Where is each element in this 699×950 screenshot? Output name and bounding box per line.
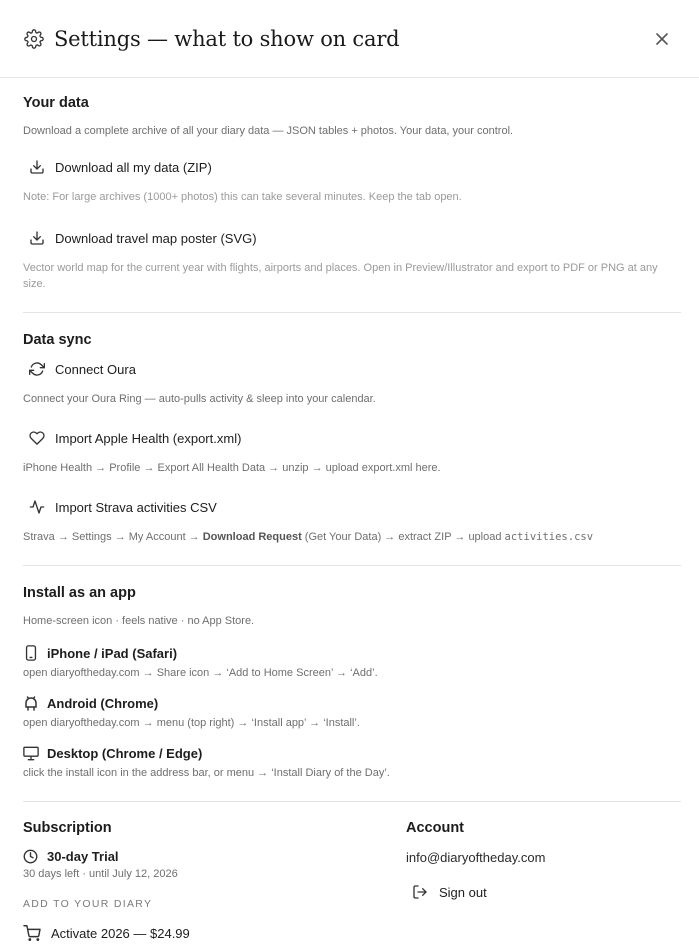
activate-label: Activate 2026 — $24.99: [51, 925, 190, 941]
section-title-your-data: Your data: [23, 95, 89, 111]
gear-icon: [24, 28, 46, 50]
monitor-icon: [23, 744, 39, 762]
install-iphone-label: iPhone / iPad (Safari): [47, 645, 178, 661]
install-android-description: open diaryoftheday.com → menu (top right…: [23, 717, 360, 729]
subscription-panel: Subscription 30-day Trial 30 days left ·…: [23, 820, 406, 942]
account-panel: Account info@diaryoftheday.com Sign out: [406, 820, 681, 942]
install-iphone-description: open diaryoftheday.com → Share icon → ‘A…: [23, 667, 378, 679]
install-desktop-item: Desktop (Chrome / Edge): [23, 743, 681, 763]
import-apple-health-label: Import Apple Health (export.xml): [55, 430, 242, 446]
trial-status: 30-day Trial: [23, 848, 406, 864]
section-title-install: Install as an app: [23, 585, 136, 601]
connect-oura-button[interactable]: Connect Oura: [27, 358, 681, 380]
import-strava-label: Import Strava activities CSV: [55, 499, 217, 515]
download-poster-label: Download travel map poster (SVG): [55, 230, 257, 246]
install-android-label: Android (Chrome): [47, 695, 159, 711]
data-sync-section: Data sync Connect Oura Connect your Oura…: [23, 313, 681, 566]
strava-desc-code: activities.csv: [504, 531, 594, 543]
android-icon: [23, 694, 39, 712]
account-email: info@diaryoftheday.com: [406, 850, 546, 865]
connect-oura-label: Connect Oura: [55, 361, 136, 377]
download-zip-label: Download all my data (ZIP): [55, 159, 212, 175]
trial-remaining: 30 days left · until July 12, 2026: [23, 868, 178, 880]
sign-out-button[interactable]: Sign out: [412, 883, 681, 901]
import-strava-button[interactable]: Import Strava activities CSV: [27, 496, 681, 518]
cart-icon: [23, 924, 43, 942]
close-icon[interactable]: [653, 30, 671, 48]
strava-desc-bold: Download Request: [202, 531, 302, 543]
download-poster-note: Vector world map for the current year wi…: [23, 262, 658, 290]
section-title-account: Account: [406, 820, 464, 836]
heart-icon: [27, 428, 47, 448]
sign-out-label: Sign out: [439, 884, 487, 900]
install-desktop-label: Desktop (Chrome / Edge): [47, 745, 203, 761]
trial-plan-label: 30-day Trial: [47, 848, 119, 864]
add-to-diary-heading: ADD TO YOUR DIARY: [23, 898, 153, 910]
install-subtitle: Home-screen icon · feels native · no App…: [23, 615, 255, 627]
apple-health-description: iPhone Health → Profile → Export All Hea…: [23, 462, 441, 474]
your-data-description: Download a complete archive of all your …: [23, 125, 514, 137]
activate-button[interactable]: Activate 2026 — $24.99: [23, 924, 406, 942]
download-zip-button[interactable]: Download all my data (ZIP): [27, 156, 681, 178]
import-apple-health-button[interactable]: Import Apple Health (export.xml): [27, 427, 681, 449]
strava-desc-part: (Get Your Data) → extract ZIP → upload: [301, 531, 505, 543]
page-title: Settings — what to show on card: [54, 26, 400, 51]
install-desktop-description: click the install icon in the address ba…: [23, 767, 390, 779]
activity-icon: [27, 497, 47, 517]
oura-description: Connect your Oura Ring — auto-pulls acti…: [23, 393, 376, 405]
logout-icon: [412, 883, 430, 901]
subscription-account-section: Subscription 30-day Trial 30 days left ·…: [23, 802, 681, 942]
settings-header: Settings — what to show on card: [0, 0, 699, 78]
clock-icon: [23, 848, 39, 864]
strava-description: Strava → Settings → My Account → Downloa…: [23, 529, 681, 545]
section-title-data-sync: Data sync: [23, 332, 92, 348]
install-section: Install as an app Home-screen icon · fee…: [23, 566, 681, 802]
download-zip-note: Note: For large archives (1000+ photos) …: [23, 191, 462, 203]
refresh-icon: [27, 359, 47, 379]
download-poster-button[interactable]: Download travel map poster (SVG): [27, 227, 681, 249]
strava-desc-part: Strava → Settings → My Account →: [23, 531, 203, 543]
phone-icon: [23, 644, 39, 662]
install-android-item: Android (Chrome): [23, 693, 681, 713]
section-title-subscription: Subscription: [23, 820, 112, 836]
download-icon: [27, 157, 47, 177]
settings-content: Your data Download a complete archive of…: [0, 78, 699, 942]
install-iphone-item: iPhone / iPad (Safari): [23, 643, 681, 663]
download-icon: [27, 228, 47, 248]
your-data-section: Your data Download a complete archive of…: [23, 78, 681, 313]
